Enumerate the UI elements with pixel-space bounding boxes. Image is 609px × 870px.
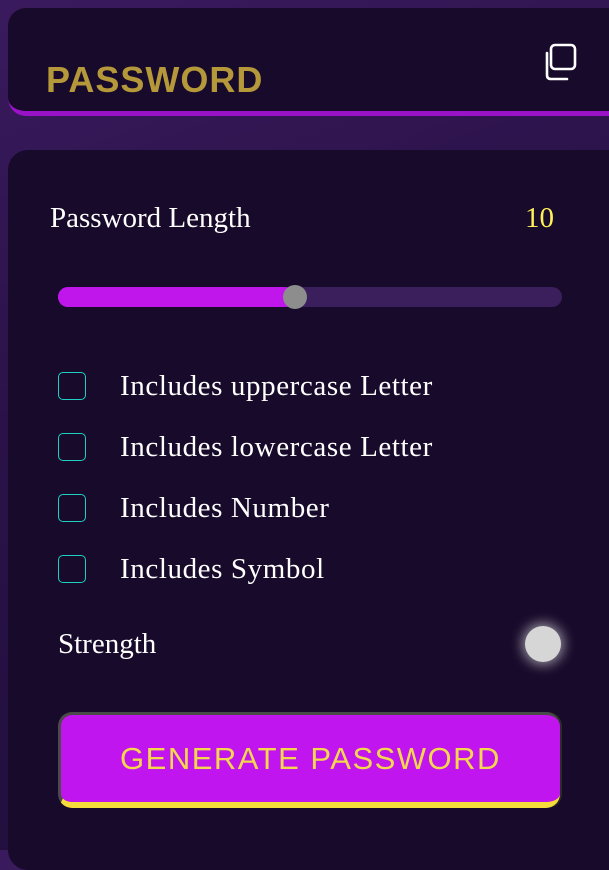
length-value: 10 (525, 202, 554, 234)
copy-button[interactable] (540, 42, 580, 82)
option-number[interactable]: Includes Number (58, 492, 558, 526)
length-slider[interactable] (58, 285, 562, 309)
password-display-text: PASSWORD (46, 59, 264, 100)
slider-fill (58, 287, 295, 307)
slider-thumb[interactable] (282, 285, 307, 309)
length-row: Password Length 10 (50, 200, 554, 236)
generate-password-button[interactable]: GENERATE PASSWORD (58, 712, 560, 808)
lowercase-checkbox[interactable] (58, 433, 86, 461)
option-label: Includes lowercase Letter (120, 431, 433, 463)
option-label: Includes Symbol (120, 553, 325, 585)
number-checkbox[interactable] (58, 494, 86, 522)
length-label: Password Length (50, 202, 251, 234)
strength-indicator (525, 626, 561, 662)
option-lowercase[interactable]: Includes lowercase Letter (58, 431, 558, 465)
option-label: Includes uppercase Letter (120, 370, 433, 402)
password-display-card: PASSWORD (8, 8, 609, 116)
option-label: Includes Number (120, 492, 330, 524)
option-uppercase[interactable]: Includes uppercase Letter (58, 370, 558, 404)
symbol-checkbox[interactable] (58, 555, 86, 583)
uppercase-checkbox[interactable] (58, 372, 86, 400)
option-symbol[interactable]: Includes Symbol (58, 553, 558, 587)
copy-icon (545, 43, 577, 81)
strength-label: Strength (58, 628, 157, 660)
